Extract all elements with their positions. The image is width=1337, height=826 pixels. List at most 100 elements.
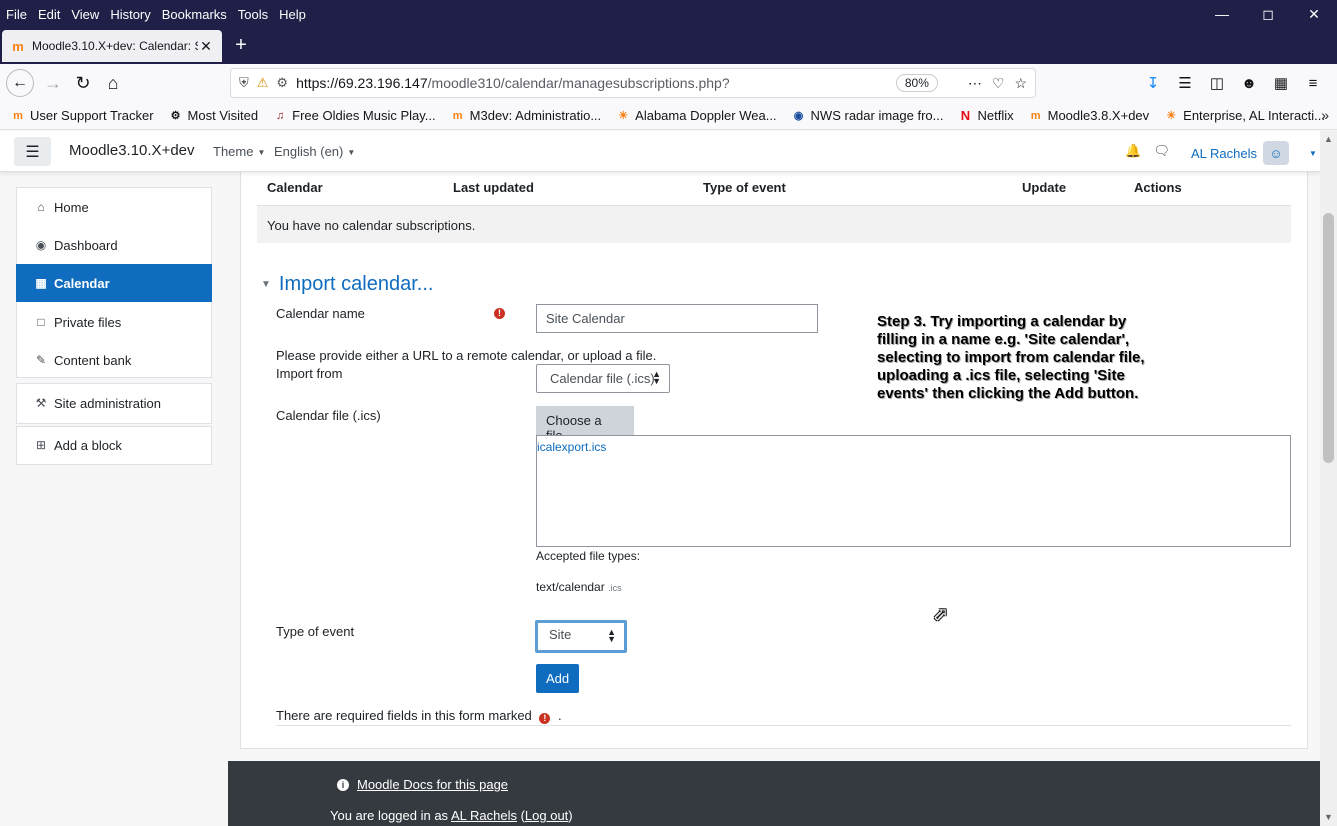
caret-down-icon: ▼ [347,148,356,158]
sidebar-toggle-icon[interactable]: ◫ [1201,74,1233,92]
required-note-text: There are required fields in this form m… [276,708,532,723]
type-of-event-value: Site [549,627,572,642]
logged-in-info: You are logged in as AL Rachels (Log out… [330,808,573,823]
uploaded-file-link[interactable]: icalexport.ics [537,440,606,454]
reload-icon[interactable]: ↻ [68,68,98,98]
pocket-icon[interactable]: ♡ [992,75,1005,92]
music-icon: ♫ [276,109,285,122]
page-actions-icon[interactable]: ⋯ [968,75,982,92]
permissions-icon[interactable]: ⚙ [276,75,288,91]
message-icon[interactable]: 🗨 [1153,143,1170,159]
bookmarks-overflow-icon[interactable]: » [1321,107,1329,123]
sidebar-item-home[interactable]: ⌂ Home [16,188,212,226]
menu-view[interactable]: View [71,7,99,22]
new-tab-icon[interactable]: + [230,34,252,56]
bookmark-label: User Support Tracker [30,108,154,123]
browser-navbar: ← → ↻ ⌂ ⛨ ⚠ ⚙ https://69.23.196.147/mood… [0,64,1337,102]
header-icons: 🔔 🗨 [1113,143,1170,159]
file-icon: □ [37,315,45,329]
shield-icon[interactable]: ⛨ [239,75,249,91]
legend-label: Import calendar... [278,273,434,295]
logout-link[interactable]: Log out [525,808,568,823]
app-menu-icon[interactable]: ≡ [1297,75,1329,92]
footer-user-link[interactable]: AL Rachels [451,808,517,823]
weather-icon: ☀ [1166,110,1177,122]
bookmark-item[interactable]: ⚙ Most Visited [168,108,259,124]
forward-arrow-icon[interactable]: → [38,68,68,98]
bookmark-star-icon[interactable]: ☆ [1014,75,1027,92]
url-path: /moodle310/calendar/managesubscriptions.… [427,75,730,91]
sidebar-item-calendar[interactable]: ▦ Calendar [16,264,212,302]
logged-in-prefix: You are logged in as [330,808,449,823]
sidebar-item-label: Add a block [54,437,122,453]
wrench-icon: ⚒ [35,396,47,410]
url-bar[interactable]: ⛨ ⚠ ⚙ https://69.23.196.147/moodle310/ca… [230,68,1036,98]
zoom-level[interactable]: 80% [895,74,938,92]
library-icon[interactable]: ☰ [1169,74,1201,92]
sidebar-item-site-administration[interactable]: ⚒ Site administration [16,384,212,422]
back-arrow-icon[interactable]: ← [6,69,34,97]
home-browser-icon[interactable]: ⌂ [98,68,128,98]
theme-menu[interactable]: Theme ▼ [213,144,265,159]
close-window-icon[interactable]: ✕ [1291,0,1337,28]
bookmark-item[interactable]: m Moodle3.8.X+dev [1028,108,1149,124]
bookmark-item[interactable]: ☀ Alabama Doppler Wea... [615,108,776,124]
scroll-down-icon[interactable]: ▼ [1320,809,1337,826]
bookmark-item[interactable]: m User Support Tracker [10,108,154,124]
menu-bookmarks[interactable]: Bookmarks [162,7,227,22]
sidebar-item-private-files[interactable]: □ Private files [16,303,212,341]
lock-warning-icon[interactable]: ⚠ [257,75,269,91]
moodle-docs-link[interactable]: Moodle Docs for this page [357,777,508,792]
close-tab-icon[interactable]: ✕ [198,38,214,55]
form-divider [276,725,1291,726]
bookmark-label: Netflix [977,108,1014,123]
type-of-event-select[interactable]: Site ▲ ▼ [535,620,627,653]
scrollbar-thumb[interactable] [1323,213,1334,463]
file-drop-area[interactable]: icalexport.ics [536,435,1291,547]
menu-help[interactable]: Help [279,7,306,22]
bookmark-item[interactable]: ☀ Enterprise, AL Interacti... [1163,108,1325,124]
sidebar-item-content-bank[interactable]: ✎ Content bank [16,341,212,379]
menu-edit[interactable]: Edit [38,7,60,22]
import-from-select[interactable]: Calendar file (.ics) ▲ ▼ [536,364,670,393]
bookmark-item[interactable]: ◉ NWS radar image fro... [791,108,944,124]
menu-tools[interactable]: Tools [238,7,268,22]
scroll-up-icon[interactable]: ▲ [1320,131,1337,148]
moodle-icon: m [1030,109,1041,122]
select-arrows-icon: ▲ ▼ [607,627,616,644]
plus-square-icon: ⊞ [35,438,47,452]
bookmark-item[interactable]: ♫ Free Oldies Music Play... [272,108,436,124]
bell-icon[interactable]: 🔔 [1125,143,1141,159]
calendar-icon: ▦ [35,276,47,290]
bookmark-item[interactable]: N Netflix [957,108,1014,124]
page-scrollbar[interactable]: ▲ ▼ [1320,131,1337,826]
browser-tab[interactable]: m Moodle3.10.X+dev: Calendar: S ✕ [2,30,222,62]
menu-file[interactable]: File [6,7,27,22]
minimize-icon[interactable]: — [1199,0,1245,28]
table-row: You have no calendar subscriptions. [257,205,1291,243]
user-menu[interactable]: AL Rachels ☺ ▼ [1191,141,1317,165]
calendar-name-input[interactable]: Site Calendar [536,304,818,333]
sidebar-item-label: Calendar [54,275,110,291]
extensions-icon[interactable]: ▦ [1265,74,1297,92]
netflix-icon: N [960,108,971,123]
site-name[interactable]: Moodle3.10.X+dev [69,142,195,159]
drawer-toggle-icon[interactable]: ☰ [14,137,51,166]
caret-down-icon: ▼ [1309,148,1317,158]
downloads-icon[interactable]: ↧ [1137,74,1169,92]
choose-file-button[interactable]: Choose a file... [536,406,634,443]
maximize-icon[interactable]: ◻ [1245,0,1291,28]
menu-history[interactable]: History [110,7,150,22]
url-text[interactable]: https://69.23.196.147/moodle310/calendar… [296,75,896,91]
account-icon[interactable]: ☻ [1233,75,1265,92]
sidebar-item-label: Home [54,199,89,215]
import-calendar-legend[interactable]: ▼ Import calendar... [261,273,433,296]
page-footer: i Moodle Docs for this page You are logg… [228,761,1320,826]
add-button[interactable]: Add [536,664,579,693]
bookmark-item[interactable]: m M3dev: Administratio... [450,108,601,124]
sidebar-item-dashboard[interactable]: ◉ Dashboard [16,226,212,264]
required-note-end: . [558,708,562,723]
language-menu[interactable]: English (en) ▼ [274,144,355,159]
sidebar-item-add-block[interactable]: ⊞ Add a block [16,426,212,464]
accepted-mime: text/calendar [536,580,605,594]
